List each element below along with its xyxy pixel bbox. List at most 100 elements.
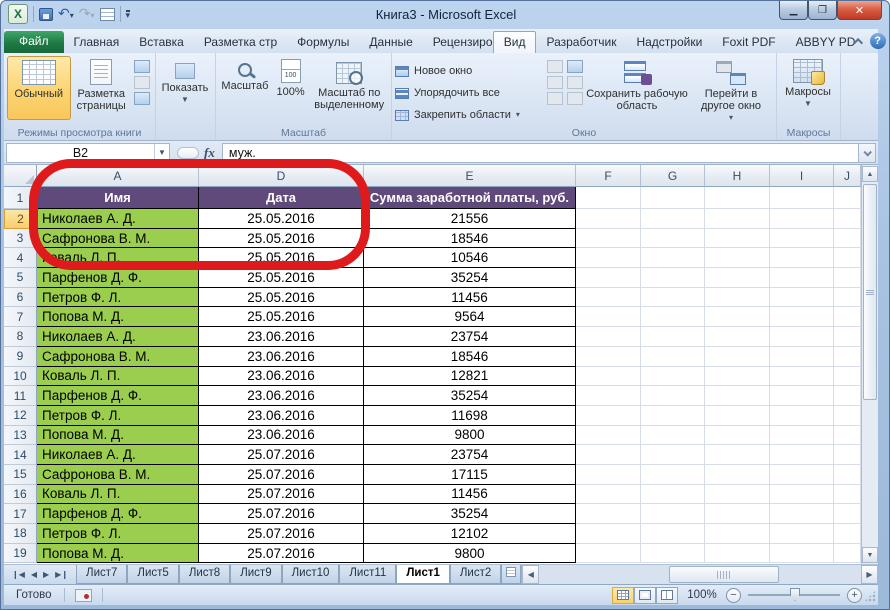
- empty-cell[interactable]: [576, 248, 641, 268]
- sheet-tab-Лист2[interactable]: Лист2: [450, 565, 501, 584]
- empty-cell[interactable]: [705, 465, 770, 485]
- name-cell[interactable]: Петров Ф. Л.: [37, 288, 199, 308]
- zoom-button[interactable]: Масштаб: [219, 56, 271, 120]
- date-cell[interactable]: 25.05.2016: [199, 307, 364, 327]
- empty-cell[interactable]: [834, 209, 861, 229]
- empty-cell[interactable]: [576, 229, 641, 249]
- ribbon-tab-Файл[interactable]: Файл: [4, 31, 64, 53]
- sheet-tab-Лист10[interactable]: Лист10: [282, 565, 340, 584]
- empty-cell[interactable]: [641, 229, 705, 249]
- empty-cell[interactable]: [834, 426, 861, 446]
- record-macro-icon[interactable]: [75, 589, 92, 602]
- empty-cell[interactable]: [705, 426, 770, 446]
- freeze-panes-button[interactable]: Закрепить области ▾: [395, 105, 545, 125]
- date-cell[interactable]: 25.07.2016: [199, 544, 364, 564]
- name-cell[interactable]: Коваль Л. П.: [37, 485, 199, 505]
- sum-cell[interactable]: 17115: [364, 465, 576, 485]
- normal-view-button[interactable]: Обычный: [7, 56, 71, 120]
- empty-cell[interactable]: [834, 187, 861, 209]
- empty-cell[interactable]: [705, 544, 770, 564]
- scroll-right-icon[interactable]: ▶: [861, 565, 878, 584]
- empty-cell[interactable]: [641, 544, 705, 564]
- empty-cell[interactable]: [834, 544, 861, 564]
- empty-cell[interactable]: [641, 406, 705, 426]
- empty-cell[interactable]: [834, 327, 861, 347]
- column-header-A[interactable]: A: [37, 165, 199, 187]
- column-header-J[interactable]: J: [834, 165, 861, 187]
- zoom-slider-track[interactable]: [748, 594, 840, 596]
- last-sheet-icon[interactable]: ▶❙: [55, 570, 68, 579]
- empty-cell[interactable]: [770, 504, 834, 524]
- date-cell[interactable]: 23.06.2016: [199, 386, 364, 406]
- empty-cell[interactable]: [834, 485, 861, 505]
- empty-cell[interactable]: [834, 248, 861, 268]
- name-cell[interactable]: Николаев А. Д.: [37, 327, 199, 347]
- empty-cell[interactable]: [770, 367, 834, 387]
- row-number[interactable]: 13: [4, 426, 37, 446]
- restore-button[interactable]: ❐: [808, 1, 837, 20]
- empty-cell[interactable]: [770, 386, 834, 406]
- name-cell[interactable]: Сафронова В. М.: [37, 465, 199, 485]
- zoom-100-button[interactable]: 100 100%: [271, 56, 311, 120]
- vertical-scroll-thumb[interactable]: [863, 184, 877, 400]
- empty-cell[interactable]: [641, 209, 705, 229]
- name-cell[interactable]: Сафронова В. М.: [37, 229, 199, 249]
- empty-cell[interactable]: [705, 504, 770, 524]
- scroll-left-icon[interactable]: ◀: [522, 565, 539, 584]
- sum-cell[interactable]: 10546: [364, 248, 576, 268]
- unhide-window-icon[interactable]: [547, 92, 563, 105]
- empty-cell[interactable]: [641, 386, 705, 406]
- row-number[interactable]: 15: [4, 465, 37, 485]
- sum-cell[interactable]: 18546: [364, 229, 576, 249]
- empty-cell[interactable]: [641, 485, 705, 505]
- column-header-F[interactable]: F: [576, 165, 641, 187]
- new-window-button[interactable]: Новое окно: [395, 61, 545, 81]
- page-layout-button[interactable]: Разметка страницы: [71, 56, 133, 120]
- page-break-toggle[interactable]: [656, 587, 678, 604]
- date-cell[interactable]: 25.05.2016: [199, 288, 364, 308]
- sum-cell[interactable]: 9564: [364, 307, 576, 327]
- scroll-up-icon[interactable]: ▲: [862, 166, 878, 182]
- sum-cell[interactable]: 9800: [364, 426, 576, 446]
- column-header-D[interactable]: D: [199, 165, 364, 187]
- empty-cell[interactable]: [641, 307, 705, 327]
- row-number[interactable]: 2: [4, 209, 37, 229]
- sum-cell[interactable]: 35254: [364, 268, 576, 288]
- row-number[interactable]: 7: [4, 307, 37, 327]
- empty-cell[interactable]: [770, 209, 834, 229]
- date-cell[interactable]: 25.05.2016: [199, 248, 364, 268]
- empty-cell[interactable]: [770, 544, 834, 564]
- sum-cell[interactable]: 23754: [364, 327, 576, 347]
- help-icon[interactable]: ?: [870, 33, 886, 49]
- zoom-to-selection-button[interactable]: Масштаб по выделенному: [310, 56, 388, 120]
- empty-cell[interactable]: [705, 347, 770, 367]
- minimize-button[interactable]: ▁: [779, 1, 808, 20]
- sum-cell[interactable]: 11456: [364, 485, 576, 505]
- sum-cell[interactable]: 9800: [364, 544, 576, 564]
- arrange-all-button[interactable]: Упорядочить все: [395, 83, 545, 103]
- date-cell[interactable]: 25.07.2016: [199, 465, 364, 485]
- name-cell[interactable]: Николаев А. Д.: [37, 209, 199, 229]
- horizontal-scrollbar[interactable]: ◀ ▶: [521, 565, 878, 584]
- select-all-corner[interactable]: [4, 165, 37, 187]
- empty-cell[interactable]: [770, 347, 834, 367]
- undo-icon[interactable]: ↶▾: [58, 6, 74, 23]
- name-cell[interactable]: Николаев А. Д.: [37, 445, 199, 465]
- horizontal-scroll-thumb[interactable]: [669, 566, 779, 583]
- table-icon[interactable]: [100, 8, 115, 21]
- ribbon-tab-Вид[interactable]: Вид: [493, 31, 537, 53]
- empty-cell[interactable]: [834, 504, 861, 524]
- empty-cell[interactable]: [705, 209, 770, 229]
- macros-button[interactable]: Макросы ▼: [780, 56, 836, 120]
- row-number[interactable]: 6: [4, 288, 37, 308]
- sum-cell[interactable]: 12821: [364, 367, 576, 387]
- ribbon-tab-Вставка[interactable]: Вставка: [129, 32, 194, 53]
- header-cell[interactable]: Сумма заработной платы, руб.: [364, 187, 576, 209]
- header-cell[interactable]: Имя: [37, 187, 199, 209]
- save-workspace-button[interactable]: Сохранить рабочую область: [585, 56, 689, 120]
- zoom-out-button[interactable]: −: [726, 588, 741, 603]
- empty-cell[interactable]: [641, 327, 705, 347]
- sum-cell[interactable]: 12102: [364, 524, 576, 544]
- next-sheet-icon[interactable]: ▶: [43, 570, 49, 579]
- empty-cell[interactable]: [641, 426, 705, 446]
